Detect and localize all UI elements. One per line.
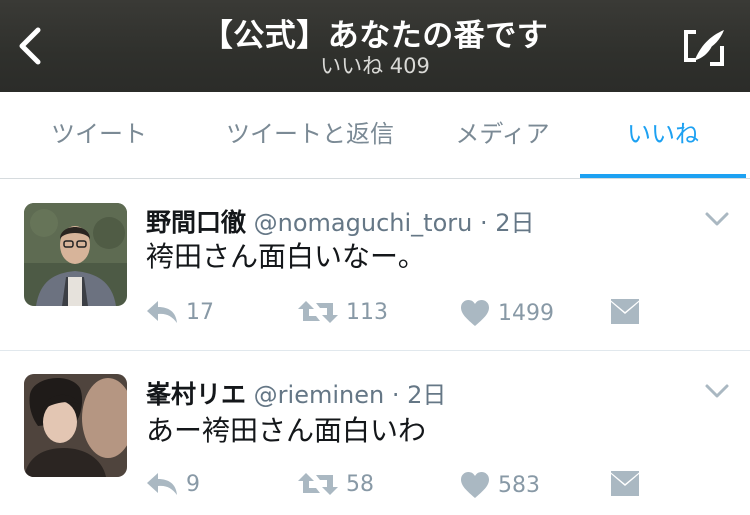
retweet-icon (298, 301, 338, 323)
compose-tweet-button[interactable] (682, 26, 728, 72)
avatar-image (24, 374, 127, 477)
tweet-text: あー袴田さん面白いわ (146, 414, 427, 447)
retweet-count: 113 (346, 299, 388, 325)
tweet-item[interactable]: 峯村リエ @rieminen · 2日 あー袴田さん面白いわ 9 58 583 (0, 351, 750, 515)
tab-tweets[interactable]: ツイート (24, 92, 174, 178)
tweet-header: 峯村リエ @rieminen · 2日 (146, 375, 446, 411)
active-tab-indicator (580, 174, 746, 178)
reply-button[interactable]: 17 (146, 299, 214, 325)
tweet-menu-button[interactable] (704, 209, 730, 229)
page-title: 【公式】あなたの番です (201, 18, 549, 54)
envelope-icon (611, 471, 639, 496)
tweet-author-name[interactable]: 野間口徹 (146, 208, 246, 237)
tweet-author-handle[interactable]: @rieminen (254, 381, 385, 409)
reply-icon (147, 301, 177, 323)
heart-icon (461, 472, 489, 498)
direct-message-button[interactable] (610, 299, 640, 325)
heart-icon (461, 300, 489, 326)
tweet-timestamp: · 2日 (479, 209, 535, 237)
direct-message-button[interactable] (610, 471, 640, 497)
tweet-header: 野間口徹 @nomaguchi_toru · 2日 (146, 203, 535, 239)
avatar[interactable] (24, 203, 127, 306)
reply-icon (147, 473, 177, 495)
reply-button[interactable]: 9 (146, 471, 200, 497)
compose-quill-icon (684, 30, 724, 66)
avatar[interactable] (24, 374, 127, 477)
tab-likes[interactable]: いいね (580, 92, 746, 178)
like-count: 583 (498, 472, 540, 498)
like-count: 1499 (498, 300, 554, 326)
retweet-button[interactable]: 58 (298, 471, 374, 497)
like-button[interactable]: 583 (460, 471, 540, 499)
tweet-item[interactable]: 野間口徹 @nomaguchi_toru · 2日 袴田さん面白いなー。 17 … (0, 179, 750, 350)
tweet-menu-button[interactable] (704, 381, 730, 401)
tweet-text: 袴田さん面白いなー。 (146, 240, 426, 273)
likes-count-subtitle: いいね 409 (320, 54, 430, 78)
envelope-icon (611, 299, 639, 324)
tweet-author-name[interactable]: 峯村リエ (146, 380, 246, 409)
avatar-image (24, 203, 127, 306)
retweet-icon (298, 473, 338, 495)
retweet-button[interactable]: 113 (298, 299, 388, 325)
chevron-down-icon (705, 384, 729, 398)
like-button[interactable]: 1499 (460, 299, 554, 327)
tab-tweets-and-replies[interactable]: ツイートと返信 (210, 92, 410, 178)
reply-count: 17 (186, 299, 214, 325)
tab-media[interactable]: メディア (440, 92, 565, 178)
chevron-down-icon (705, 212, 729, 226)
reply-count: 9 (186, 471, 200, 497)
profile-header: 【公式】あなたの番です いいね 409 (0, 0, 750, 92)
tweet-author-handle[interactable]: @nomaguchi_toru (254, 209, 473, 237)
tweet-timestamp: · 2日 (391, 381, 447, 409)
profile-tabs: ツイート ツイートと返信 メディア いいね (0, 92, 750, 179)
retweet-count: 58 (346, 471, 374, 497)
